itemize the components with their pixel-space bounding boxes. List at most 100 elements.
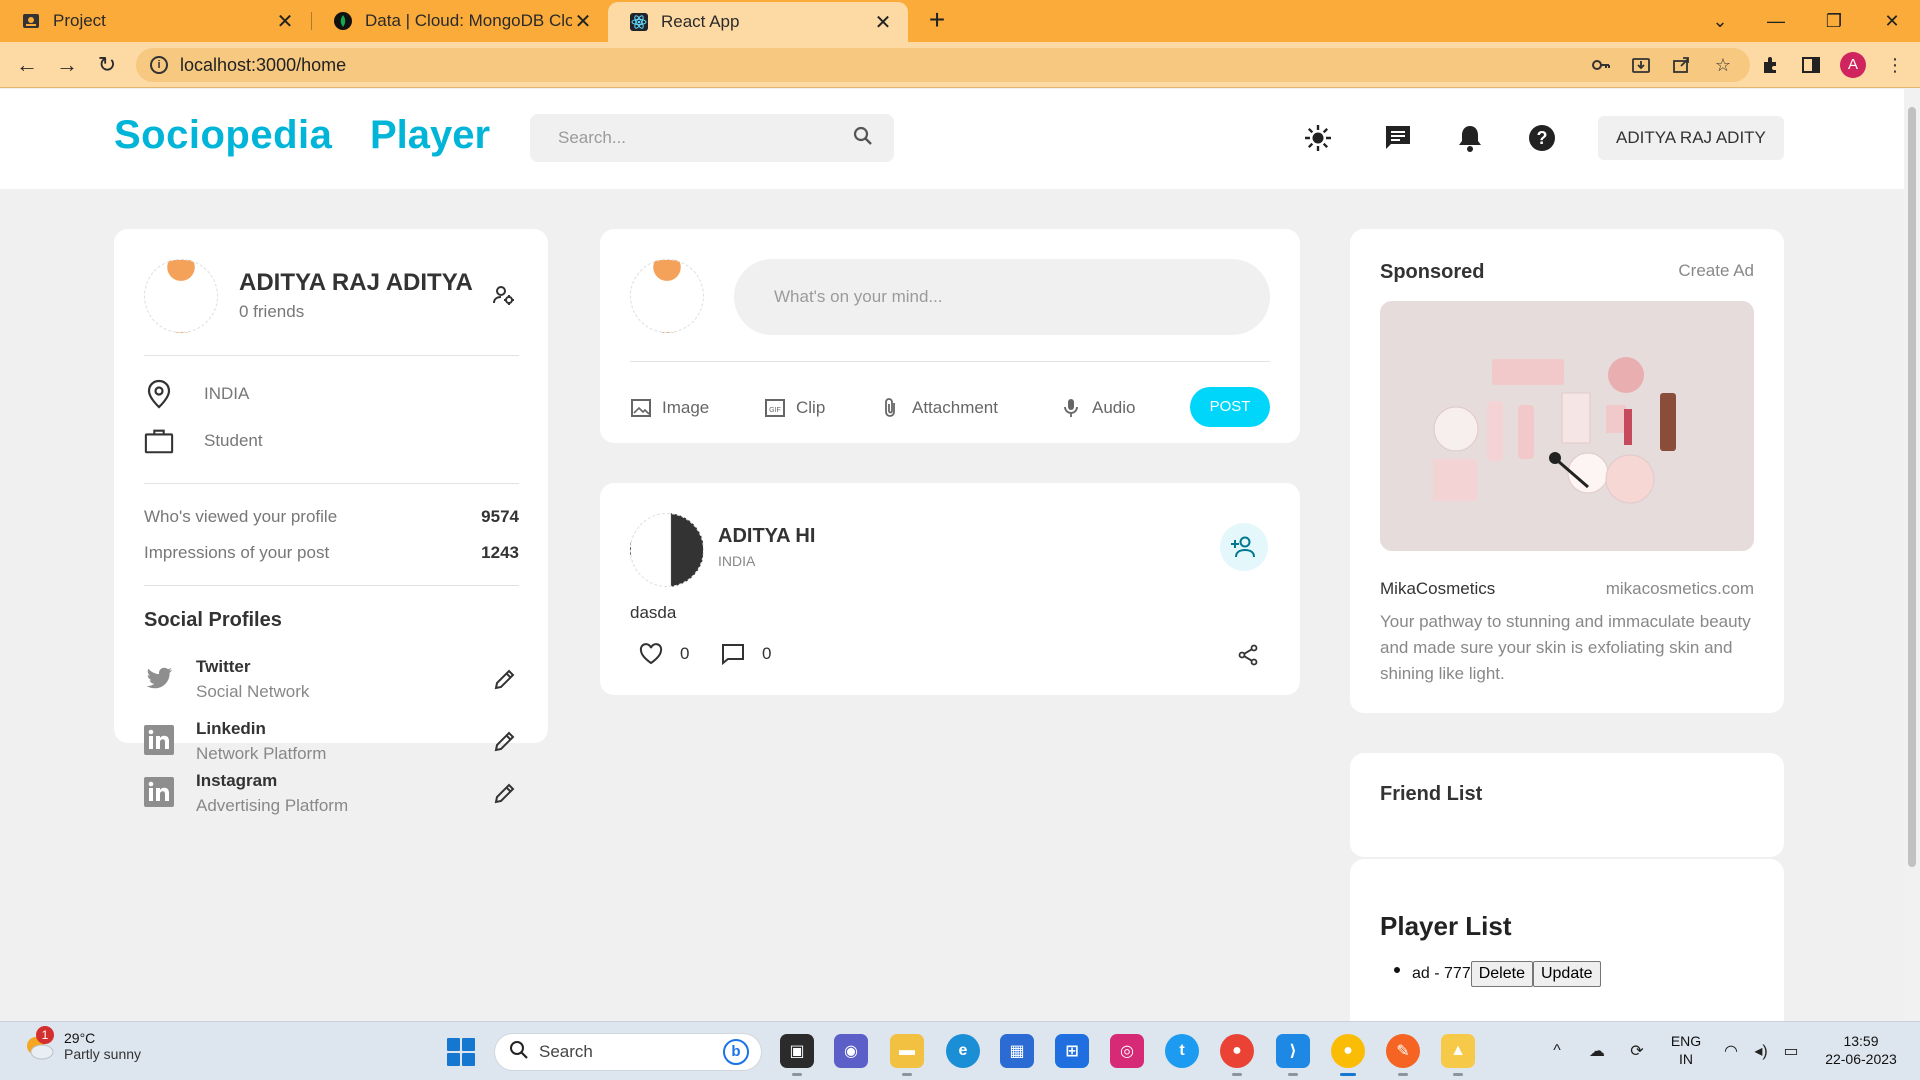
tab-mongodb[interactable]: Data | Cloud: MongoDB Cloud ✕ — [312, 0, 608, 42]
like-button[interactable]: 0 — [638, 641, 689, 667]
add-friend-button[interactable] — [1220, 523, 1268, 571]
post-author-avatar[interactable] — [630, 513, 704, 587]
postman-icon[interactable]: ✎ — [1386, 1034, 1420, 1076]
extensions-puzzle-icon[interactable] — [1760, 54, 1782, 76]
friends-count: 0 friends — [239, 302, 305, 321]
instagram-icon[interactable]: ◎ — [1110, 1034, 1144, 1068]
windows-start-button[interactable] — [447, 1038, 475, 1066]
player-link[interactable]: Player — [370, 113, 490, 158]
clip-button[interactable]: GIF Clip — [764, 397, 825, 419]
forward-arrow-icon[interactable]: → — [52, 50, 82, 80]
ad-brand-name[interactable]: MikaCosmetics — [1380, 579, 1495, 599]
terminal-app-icon[interactable]: ▣ — [780, 1034, 814, 1076]
ad-website[interactable]: mikacosmetics.com — [1606, 579, 1754, 599]
svg-text:?: ? — [1537, 128, 1548, 148]
message-icon[interactable] — [1382, 122, 1414, 154]
mongodb-compass-icon[interactable]: ▲ — [1441, 1034, 1475, 1076]
close-icon[interactable]: ✕ — [572, 9, 594, 34]
image-label: Image — [662, 398, 710, 417]
update-button[interactable]: Update — [1532, 961, 1601, 987]
attachment-button[interactable]: Attachment — [880, 397, 998, 419]
show-hidden-icons-chevron-icon[interactable]: ^ — [1546, 1040, 1568, 1062]
file-explorer-icon[interactable]: ▬ — [890, 1034, 924, 1076]
image-upload-button[interactable]: Image — [630, 397, 709, 419]
chrome-icon[interactable]: ● — [1331, 1034, 1365, 1076]
url-omnibox[interactable]: i localhost:3000/home — [136, 48, 1750, 82]
address-bar: ← → ↻ i localhost:3000/home ☆ A ⋮ — [0, 42, 1920, 88]
post-author-name[interactable]: ADITYA HI — [718, 525, 815, 548]
ad-image[interactable] — [1380, 301, 1754, 551]
profile-avatar[interactable]: A — [1840, 52, 1866, 78]
reload-icon[interactable]: ↻ — [92, 50, 122, 80]
social-name[interactable]: Linkedin — [196, 719, 266, 739]
url-text[interactable]: localhost:3000/home — [180, 55, 346, 76]
person-add-icon — [1231, 536, 1255, 558]
manage-account-icon[interactable] — [492, 283, 516, 312]
chrome-profile-icon[interactable]: ● — [1220, 1034, 1254, 1076]
tab-project[interactable]: Project ✕ — [0, 0, 310, 42]
user-name[interactable]: ADITYA RAJ ADITYA — [239, 269, 473, 297]
new-tab-plus-icon[interactable]: + — [922, 6, 952, 36]
search-icon — [509, 1040, 529, 1065]
onedrive-error-icon[interactable]: ☁ — [1586, 1040, 1608, 1062]
help-icon[interactable]: ? — [1526, 122, 1558, 154]
composer-avatar[interactable] — [630, 259, 704, 333]
brand-logo[interactable]: Sociopedia — [114, 113, 332, 158]
twitter-app-icon[interactable]: t — [1165, 1034, 1199, 1068]
search-icon[interactable] — [852, 125, 874, 152]
input-language[interactable]: ENG IN — [1666, 1032, 1706, 1068]
user-avatar[interactable] — [144, 259, 218, 333]
scrollbar-thumb[interactable] — [1908, 107, 1916, 867]
restore-icon[interactable]: ❐ — [1806, 0, 1862, 42]
close-icon[interactable]: ✕ — [274, 9, 296, 34]
wifi-icon[interactable]: ◠ — [1720, 1040, 1742, 1062]
ad-description: Your pathway to stunning and immaculate … — [1380, 612, 1751, 683]
taskbar-search[interactable]: Search b — [494, 1033, 762, 1071]
dark-mode-sun-icon[interactable] — [1302, 122, 1334, 154]
notification-bell-icon[interactable] — [1454, 122, 1486, 154]
post-button[interactable]: POST — [1190, 387, 1270, 427]
clock[interactable]: 13:59 22-06-2023 — [1816, 1032, 1906, 1068]
kebab-menu-icon[interactable]: ⋮ — [1884, 54, 1906, 76]
comment-button[interactable]: 0 — [720, 641, 771, 667]
share-icon[interactable] — [1670, 54, 1692, 76]
battery-icon[interactable]: ▭ — [1780, 1040, 1802, 1062]
tab-search-chevron-icon[interactable]: ⌄ — [1692, 0, 1748, 42]
weather-widget[interactable]: 1 29°C Partly sunny — [22, 1026, 141, 1062]
minimize-icon[interactable]: — — [1748, 0, 1804, 42]
tab-react-app[interactable]: React App ✕ — [608, 2, 908, 42]
edge-browser-icon[interactable]: e — [946, 1034, 980, 1068]
microsoft-store-icon[interactable]: ▦ — [1000, 1034, 1034, 1068]
social-name[interactable]: Twitter — [196, 657, 250, 677]
tab-title: React App — [661, 12, 740, 31]
key-icon[interactable] — [1590, 54, 1612, 76]
audio-button[interactable]: Audio — [1060, 397, 1135, 419]
tab-title: Project — [53, 11, 106, 30]
search-input[interactable]: Search... — [558, 128, 852, 148]
window-close-icon[interactable]: ✕ — [1864, 0, 1920, 42]
teams-chat-icon[interactable]: ◉ — [834, 1034, 868, 1068]
back-arrow-icon[interactable]: ← — [12, 50, 42, 80]
edit-pencil-icon[interactable] — [493, 729, 519, 755]
widgets-app-icon[interactable]: ⊞ — [1055, 1034, 1089, 1068]
delete-button[interactable]: Delete — [1470, 961, 1533, 987]
site-info-icon[interactable]: i — [150, 56, 168, 74]
close-icon[interactable]: ✕ — [872, 10, 894, 35]
create-ad-link[interactable]: Create Ad — [1678, 261, 1754, 281]
page-scrollbar[interactable] — [1904, 89, 1920, 1021]
edit-pencil-icon[interactable] — [493, 781, 519, 807]
share-icon[interactable] — [1236, 643, 1260, 672]
user-dropdown[interactable]: ADITYA RAJ ADITY — [1598, 116, 1784, 160]
post-text-input[interactable]: What's on your mind... — [734, 259, 1270, 335]
edit-pencil-icon[interactable] — [493, 667, 519, 693]
stat-label: Impressions of your post — [144, 543, 330, 562]
stat-label: Who's viewed your profile — [144, 507, 338, 526]
star-bookmark-icon[interactable]: ☆ — [1712, 54, 1734, 76]
install-icon[interactable] — [1630, 54, 1652, 76]
social-name[interactable]: Instagram — [196, 771, 277, 791]
side-panel-icon[interactable] — [1800, 54, 1822, 76]
volume-icon[interactable]: ◂) — [1750, 1040, 1772, 1062]
sync-icon[interactable]: ⟳ — [1626, 1040, 1648, 1062]
vscode-icon[interactable]: ⟩ — [1276, 1034, 1310, 1076]
search-bar[interactable]: Search... — [530, 114, 894, 162]
